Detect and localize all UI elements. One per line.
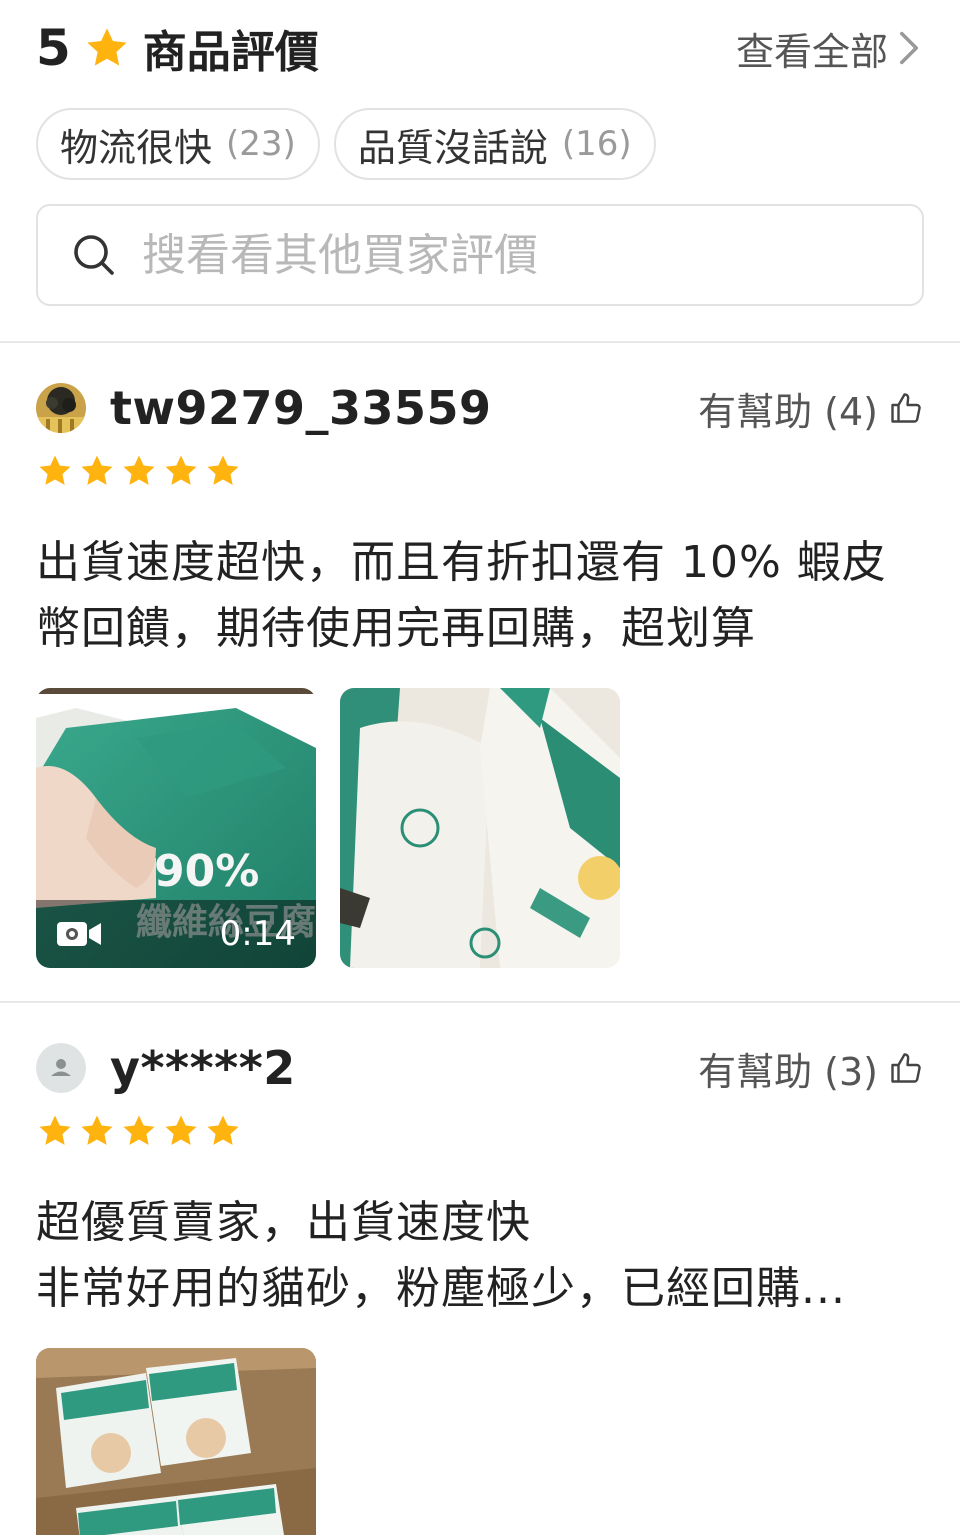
star-icon bbox=[87, 28, 127, 66]
reviewer-username: tw9279_33559 bbox=[110, 381, 492, 435]
photo-image bbox=[36, 1348, 316, 1535]
review-divider bbox=[0, 1001, 960, 1003]
review-text-line: 超優質賣家，出貨速度快 bbox=[36, 1197, 531, 1248]
review-photo-thumbnail[interactable] bbox=[36, 1348, 316, 1535]
star-rating bbox=[36, 1112, 924, 1150]
section-title: 商品評價 bbox=[142, 27, 319, 78]
video-info-bar: 0:14 bbox=[36, 900, 316, 968]
average-rating: 5 bbox=[36, 19, 71, 77]
review-media: 90% 纖維絲豆腐 0:14 bbox=[36, 688, 924, 968]
chip-quality[interactable]: 品質沒話說 (16) bbox=[333, 108, 656, 180]
section-divider bbox=[0, 341, 960, 343]
star-icon bbox=[81, 455, 113, 485]
video-duration: 0:14 bbox=[219, 914, 296, 954]
reviewer-username: y*****2 bbox=[110, 1041, 296, 1095]
photo-image bbox=[340, 688, 620, 968]
helpful-button[interactable]: 有幫助 (3) bbox=[698, 1041, 924, 1096]
star-icon bbox=[81, 1115, 113, 1145]
star-rating bbox=[36, 452, 924, 490]
star-icon bbox=[39, 455, 71, 485]
star-icon bbox=[123, 1115, 155, 1145]
star-icon bbox=[39, 1115, 71, 1145]
view-all-label: 查看全部 bbox=[735, 29, 888, 74]
reviews-header: 5 商品評價 查看全部 bbox=[36, 18, 920, 78]
star-icon bbox=[165, 1115, 197, 1145]
review-text-line: 出貨速度超快，而且有折扣還有 10% 蝦皮 bbox=[36, 537, 887, 588]
avatar[interactable] bbox=[36, 383, 86, 433]
default-avatar-icon[interactable] bbox=[36, 1043, 86, 1093]
review-text: 超優質賣家，出貨速度快 非常好用的貓砂，粉塵極少，已經回購... bbox=[36, 1190, 924, 1322]
review-video-thumbnail[interactable]: 90% 纖維絲豆腐 0:14 bbox=[36, 688, 316, 968]
review-search-input[interactable] bbox=[142, 229, 902, 281]
helpful-label: 有幫助 (3) bbox=[698, 1049, 878, 1094]
video-camera-icon bbox=[57, 922, 101, 946]
filter-chips: 物流很快 (23) 品質沒話說 (16) bbox=[36, 108, 656, 180]
review-text-line: 幣回饋，期待使用完再回購，超划算 bbox=[36, 603, 756, 654]
review-text-line: 非常好用的貓砂，粉塵極少，已經回購... bbox=[36, 1263, 846, 1314]
star-icon bbox=[123, 455, 155, 485]
helpful-label: 有幫助 (4) bbox=[698, 389, 878, 434]
review-media bbox=[36, 1348, 924, 1535]
chip-label: 品質沒話說 bbox=[357, 125, 548, 170]
review-text: 出貨速度超快，而且有折扣還有 10% 蝦皮 幣回饋，期待使用完再回購，超划算 bbox=[36, 530, 924, 662]
review-item: tw9279_33559 有幫助 (4) 出貨速度超快，而且有折扣還有 10% … bbox=[36, 378, 924, 968]
video-overlay-text: 90% bbox=[154, 846, 259, 897]
chip-count: (16) bbox=[561, 124, 632, 164]
thumbs-up-icon bbox=[891, 1053, 921, 1083]
search-icon bbox=[74, 235, 114, 275]
view-all-link[interactable]: 查看全部 bbox=[736, 21, 920, 76]
star-icon bbox=[207, 455, 239, 485]
chevron-right-icon bbox=[900, 31, 918, 65]
review-photo-thumbnail[interactable] bbox=[340, 688, 620, 968]
star-icon bbox=[207, 1115, 239, 1145]
thumbs-up-icon bbox=[891, 393, 921, 423]
review-search-box[interactable] bbox=[36, 204, 924, 306]
chip-count: (23) bbox=[226, 124, 296, 164]
star-icon bbox=[165, 455, 197, 485]
chip-label: 物流很快 bbox=[60, 125, 213, 170]
review-item: y*****2 有幫助 (3) 超優質賣家，出貨速度快 非常好用的貓砂，粉塵極少… bbox=[36, 1038, 924, 1535]
chip-fast-shipping[interactable]: 物流很快 (23) bbox=[36, 108, 320, 180]
helpful-button[interactable]: 有幫助 (4) bbox=[698, 381, 924, 436]
